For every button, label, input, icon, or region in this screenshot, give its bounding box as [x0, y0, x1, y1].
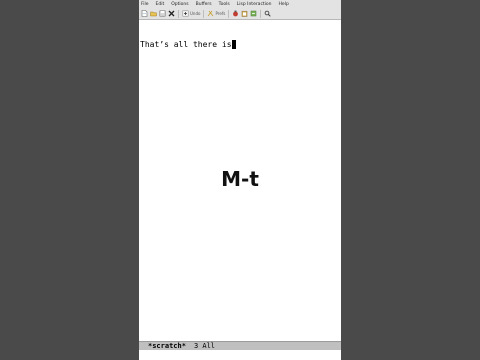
keybinding-caption: M-t: [221, 167, 259, 191]
kill-buffer-button[interactable]: [168, 9, 175, 18]
new-file-icon: [141, 10, 148, 17]
toolbar-separator: [228, 9, 230, 18]
paste-button[interactable]: [241, 9, 248, 18]
menu-lisp-interaction[interactable]: Lisp Interaction: [237, 2, 272, 7]
toolbar-separator: [203, 9, 205, 18]
close-icon: [168, 10, 175, 17]
save-icon: [159, 10, 166, 17]
prefs-label: Prefs: [215, 11, 226, 16]
save-button[interactable]: [159, 9, 166, 18]
undo-button[interactable]: Undo: [182, 9, 200, 18]
toolbar-separator: [178, 9, 179, 18]
tool-bar: Undo Prefs: [139, 8, 341, 20]
mode-line-position: 3 All: [193, 342, 216, 350]
search-icon: [265, 10, 271, 17]
echo-area: [139, 350, 341, 360]
menu-options[interactable]: Options: [171, 2, 188, 7]
buffer-text: That’s all there is: [140, 40, 232, 49]
open-folder-icon: [150, 11, 157, 17]
cut-button[interactable]: Prefs: [207, 9, 225, 18]
copy-button[interactable]: [232, 9, 239, 18]
preferences-icon: [251, 10, 257, 17]
emacs-window: File Edit Options Buffers Tools Lisp Int…: [139, 0, 341, 360]
menu-buffers[interactable]: Buffers: [196, 2, 212, 7]
toolbar-separator: [260, 9, 262, 18]
search-button[interactable]: [264, 9, 271, 18]
preferences-button[interactable]: [250, 9, 257, 18]
mode-line[interactable]: *scratch* 3 All: [139, 341, 341, 350]
new-file-button[interactable]: [141, 9, 148, 18]
menu-edit[interactable]: Edit: [156, 2, 165, 7]
buffer-text-line: That’s all there is: [140, 40, 236, 49]
text-cursor: [231, 40, 236, 49]
menu-bar: File Edit Options Buffers Tools Lisp Int…: [139, 0, 341, 8]
copy-icon: [233, 10, 239, 17]
menu-file[interactable]: File: [141, 2, 149, 7]
menu-tools[interactable]: Tools: [219, 2, 230, 7]
menu-help[interactable]: Help: [279, 2, 289, 7]
open-file-button[interactable]: [150, 9, 157, 18]
undo-icon: [182, 10, 189, 17]
mode-line-buffer-name: *scratch*: [148, 342, 186, 350]
undo-label: Undo: [190, 11, 201, 16]
paste-icon: [242, 10, 248, 17]
cut-icon: [208, 10, 214, 17]
